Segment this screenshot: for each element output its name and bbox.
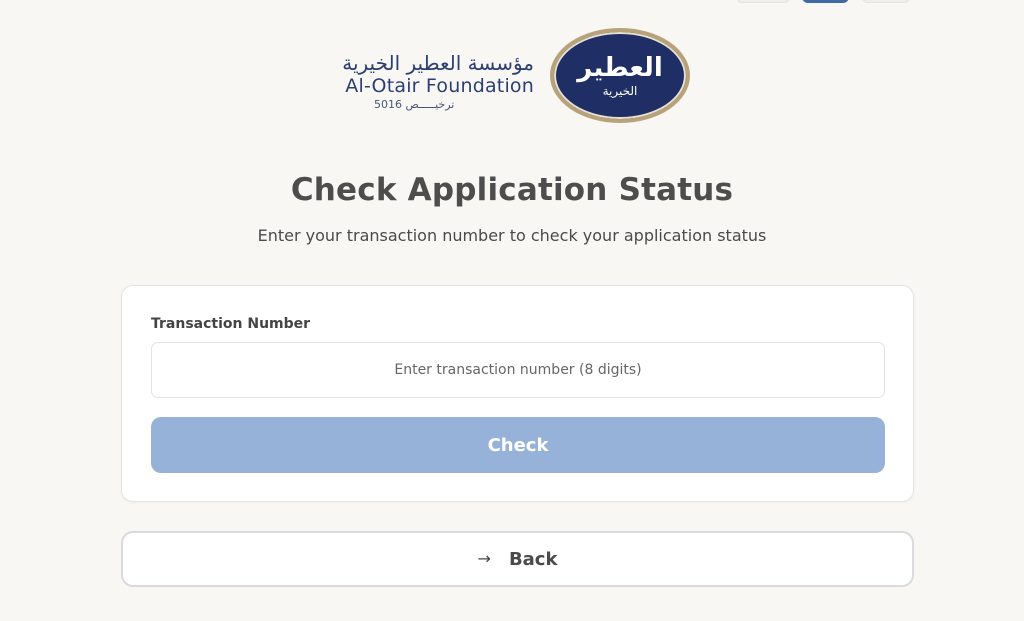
status-form-card: Transaction Number Check bbox=[121, 285, 914, 502]
logo-arabic-name: مؤسسة العطير الخيرية bbox=[342, 51, 534, 75]
page-title: Check Application Status bbox=[290, 172, 734, 208]
logo-license: ترخيـــــص 5016 bbox=[374, 98, 455, 111]
logo-text: مؤسسة العطير الخيرية Al-Otair Foundation… bbox=[324, 51, 534, 113]
check-button[interactable]: Check bbox=[151, 417, 885, 473]
top-button-partial-active[interactable] bbox=[802, 0, 849, 3]
foundation-logo: مؤسسة العطير الخيرية Al-Otair Foundation… bbox=[334, 26, 694, 126]
transaction-number-input[interactable] bbox=[151, 342, 885, 398]
transaction-number-label: Transaction Number bbox=[151, 316, 311, 332]
page: مؤسسة العطير الخيرية Al-Otair Foundation… bbox=[0, 0, 1024, 621]
emblem-sub-text: الخيرية bbox=[602, 83, 638, 98]
logo-emblem-icon: العطير الخيرية bbox=[550, 28, 690, 123]
page-subtitle: Enter your transaction number to check y… bbox=[257, 226, 767, 245]
logo-english-name: Al-Otair Foundation bbox=[345, 75, 534, 97]
back-button[interactable]: → Back bbox=[121, 531, 914, 587]
back-button-label: Back bbox=[508, 548, 558, 570]
arrow-right-icon: → bbox=[477, 549, 491, 568]
top-button-partial[interactable] bbox=[862, 0, 910, 3]
top-button-partial[interactable] bbox=[736, 0, 790, 3]
emblem-main-text: العطير bbox=[577, 52, 663, 83]
